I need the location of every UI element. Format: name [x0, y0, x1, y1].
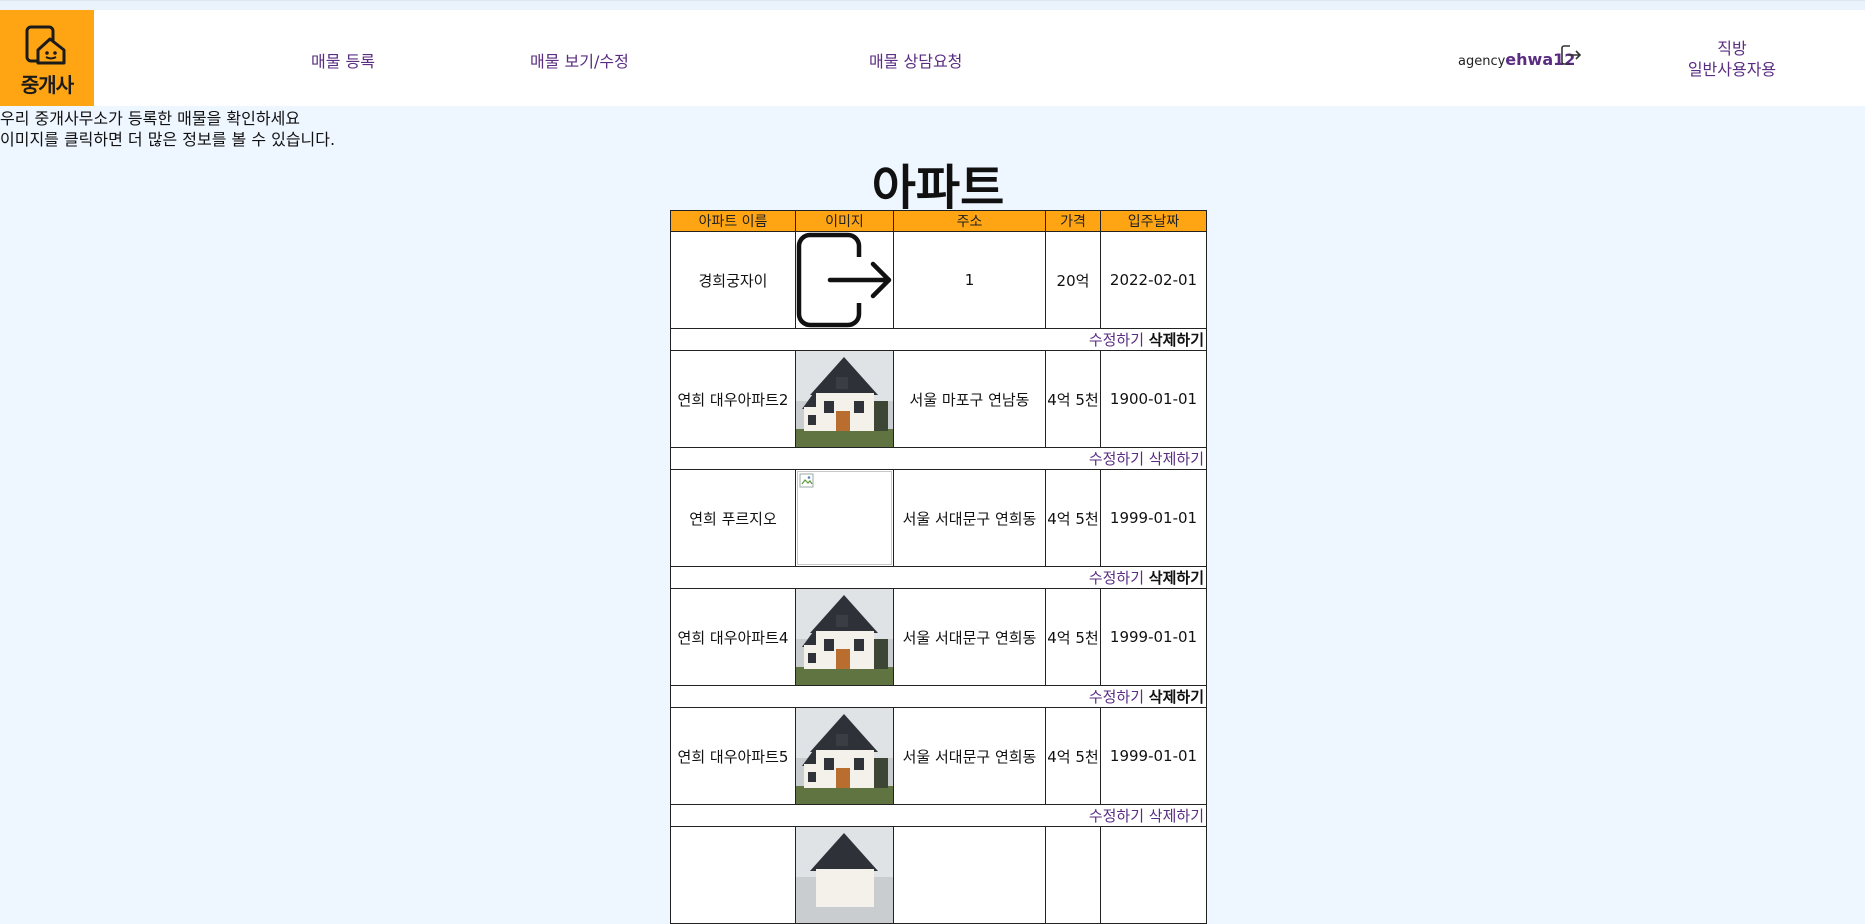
cell-image[interactable]: [795, 469, 894, 567]
col-header-address: 주소: [893, 210, 1046, 232]
col-header-price: 가격: [1045, 210, 1101, 232]
user-info: agencyehwa12: [1458, 50, 1575, 69]
page-title: 아파트: [871, 160, 1005, 216]
mode-line-2: 일반사용자용: [1687, 60, 1777, 79]
cell-image[interactable]: [795, 350, 894, 448]
user-role-label: agency: [1458, 54, 1506, 69]
general-user-mode-link[interactable]: 직방 일반사용자용: [1680, 38, 1784, 80]
cell-image[interactable]: [795, 231, 894, 329]
house-logo-icon: [25, 25, 66, 65]
cell-date: 1999-01-01: [1100, 707, 1207, 805]
listing-table: 아파트 이름 이미지 주소 가격 입주날짜 경희궁자이 1 20억 2022-0…: [670, 210, 1207, 924]
cell-date: 1999-01-01: [1100, 469, 1207, 567]
action-row: 수정하기 삭제하기: [670, 685, 1207, 708]
house-photo[interactable]: [796, 827, 893, 923]
cell-name: 연희 대우아파트4: [670, 588, 796, 686]
edit-link[interactable]: 수정하기: [1089, 450, 1144, 468]
cell-address: 1: [893, 231, 1046, 329]
cell-address: 서울 서대문구 연희동: [893, 469, 1046, 567]
edit-link[interactable]: 수정하기: [1089, 569, 1144, 587]
logout-icon[interactable]: [796, 232, 893, 328]
table-row: 연희 대우아파트4 서울 서대문구 연희동 4억 5천 1999-01-01: [670, 588, 1207, 686]
action-row: 수정하기 삭제하기: [670, 328, 1207, 351]
cell-name: 연희 대우아파트2: [670, 350, 796, 448]
cell-address: 서울 서대문구 연희동: [893, 588, 1046, 686]
cell-image[interactable]: [795, 826, 894, 924]
cell-name: 경희궁자이: [670, 231, 796, 329]
delete-link[interactable]: 삭제하기: [1149, 331, 1204, 349]
mode-line-1: 직방: [1717, 39, 1747, 58]
edit-link[interactable]: 수정하기: [1089, 807, 1144, 825]
delete-link[interactable]: 삭제하기: [1149, 569, 1204, 587]
action-row: 수정하기 삭제하기: [670, 566, 1207, 589]
table-header-row: 아파트 이름 이미지 주소 가격 입주날짜: [670, 210, 1207, 232]
cell-image[interactable]: [795, 707, 894, 805]
cell-address: [893, 826, 1046, 924]
action-row: 수정하기 삭제하기: [670, 804, 1207, 827]
table-row: 경희궁자이 1 20억 2022-02-01: [670, 231, 1207, 329]
header: 중개사 매물 등록 매물 보기/수정 매물 상담요청 agencyehwa12 …: [0, 10, 1865, 106]
cell-date: 1900-01-01: [1100, 350, 1207, 448]
broken-image-icon: [799, 473, 814, 488]
nav-view-edit-listings[interactable]: 매물 보기/수정: [530, 48, 629, 72]
delete-link[interactable]: 삭제하기: [1149, 807, 1204, 825]
intro-line-1: 우리 중개사무소가 등록한 매물을 확인하세요: [0, 109, 301, 128]
cell-price: 20억: [1045, 231, 1101, 329]
cell-image[interactable]: [795, 588, 894, 686]
table-row: 연희 대우아파트2 서울 마포구 연남동 4억 5천 1900-01-01: [670, 350, 1207, 448]
cell-date: 2022-02-01: [1100, 231, 1207, 329]
delete-link[interactable]: 삭제하기: [1149, 688, 1204, 706]
edit-link[interactable]: 수정하기: [1089, 331, 1144, 349]
cell-price: 4억 5천: [1045, 350, 1101, 448]
delete-link[interactable]: 삭제하기: [1149, 450, 1204, 468]
cell-price: 4억 5천: [1045, 707, 1101, 805]
edit-link[interactable]: 수정하기: [1089, 688, 1144, 706]
logout-button[interactable]: [1560, 44, 1582, 70]
action-row: 수정하기 삭제하기: [670, 447, 1207, 470]
house-photo[interactable]: [796, 589, 893, 685]
cell-address: 서울 마포구 연남동: [893, 350, 1046, 448]
cell-date: 1999-01-01: [1100, 588, 1207, 686]
col-header-image: 이미지: [795, 210, 894, 232]
col-header-name: 아파트 이름: [670, 210, 796, 232]
logout-icon: [1561, 45, 1582, 65]
table-row: [670, 826, 1207, 924]
nav-register-listing[interactable]: 매물 등록: [311, 48, 375, 72]
nav-consultation-requests[interactable]: 매물 상담요청: [869, 48, 962, 72]
table-row: 연희 푸르지오 서울 서대문구 연희동 4억 5천 1999-01-01: [670, 469, 1207, 567]
intro-line-2: 이미지를 클릭하면 더 많은 정보를 볼 수 있습니다.: [0, 130, 336, 149]
cell-name: 연희 대우아파트5: [670, 707, 796, 805]
cell-price: 4억 5천: [1045, 588, 1101, 686]
cell-address: 서울 서대문구 연희동: [893, 707, 1046, 805]
top-strip: [0, 0, 1865, 10]
cell-date: [1100, 826, 1207, 924]
house-photo[interactable]: [796, 351, 893, 447]
cell-name: [670, 826, 796, 924]
house-photo[interactable]: [796, 708, 893, 804]
cell-name: 연희 푸르지오: [670, 469, 796, 567]
cell-price: [1045, 826, 1101, 924]
broken-image[interactable]: [797, 471, 892, 565]
table-row: 연희 대우아파트5 서울 서대문구 연희동 4억 5천 1999-01-01: [670, 707, 1207, 805]
cell-price: 4억 5천: [1045, 469, 1101, 567]
logo[interactable]: 중개사: [0, 10, 94, 106]
logo-text: 중개사: [20, 73, 74, 97]
intro-text: 우리 중개사무소가 등록한 매물을 확인하세요 이미지를 클릭하면 더 많은 정…: [0, 108, 335, 150]
col-header-date: 입주날짜: [1100, 210, 1207, 232]
